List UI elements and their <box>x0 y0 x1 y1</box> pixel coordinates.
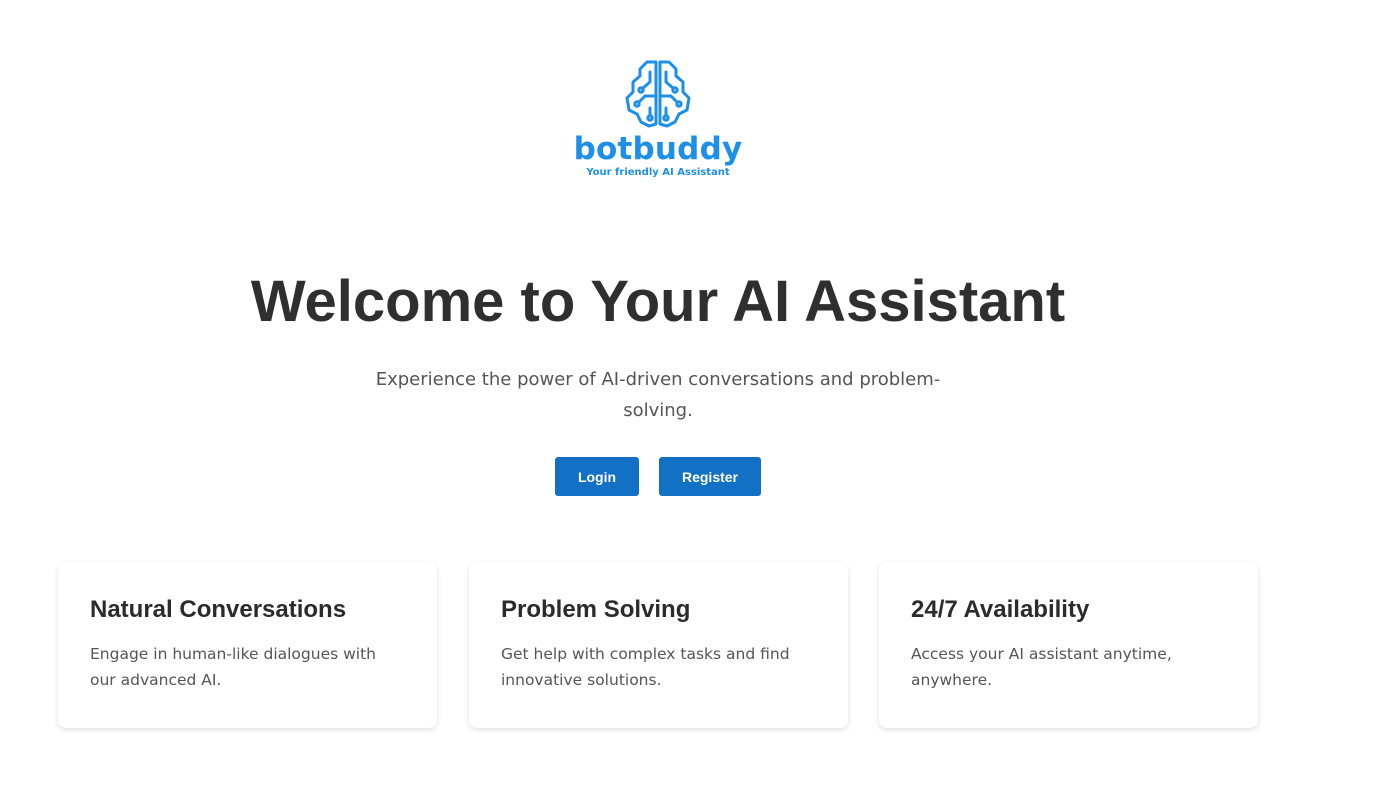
feature-card-problem-solving: Problem Solving Get help with complex ta… <box>469 562 848 728</box>
feature-card-description: Access your AI assistant anytime, anywhe… <box>911 645 1172 689</box>
feature-card-availability: 24/7 Availability Access your AI assista… <box>879 562 1258 728</box>
page-subtitle: Experience the power of AI-driven conver… <box>375 369 941 421</box>
brain-circuit-icon <box>625 60 691 128</box>
feature-card-natural-conversations: Natural Conversations Engage in human-li… <box>58 562 437 728</box>
register-button[interactable]: Register <box>659 457 761 496</box>
feature-card-description: Engage in human-like dialogues with our … <box>90 645 376 689</box>
brand-tagline: Your friendly AI Assistant <box>586 167 730 178</box>
brand-logo: botbuddy Your friendly AI Assistant <box>558 56 758 186</box>
feature-card-title: Problem Solving <box>501 596 691 623</box>
page-title: Welcome to Your AI Assistant <box>250 269 1066 334</box>
login-button[interactable]: Login <box>555 457 639 496</box>
feature-card-title: 24/7 Availability <box>911 596 1090 623</box>
landing-page: botbuddy Your friendly AI Assistant Welc… <box>0 0 1377 788</box>
brand-name: botbuddy <box>573 131 743 167</box>
feature-card-description: Get help with complex tasks and find inn… <box>501 645 790 689</box>
feature-card-title: Natural Conversations <box>90 596 347 623</box>
